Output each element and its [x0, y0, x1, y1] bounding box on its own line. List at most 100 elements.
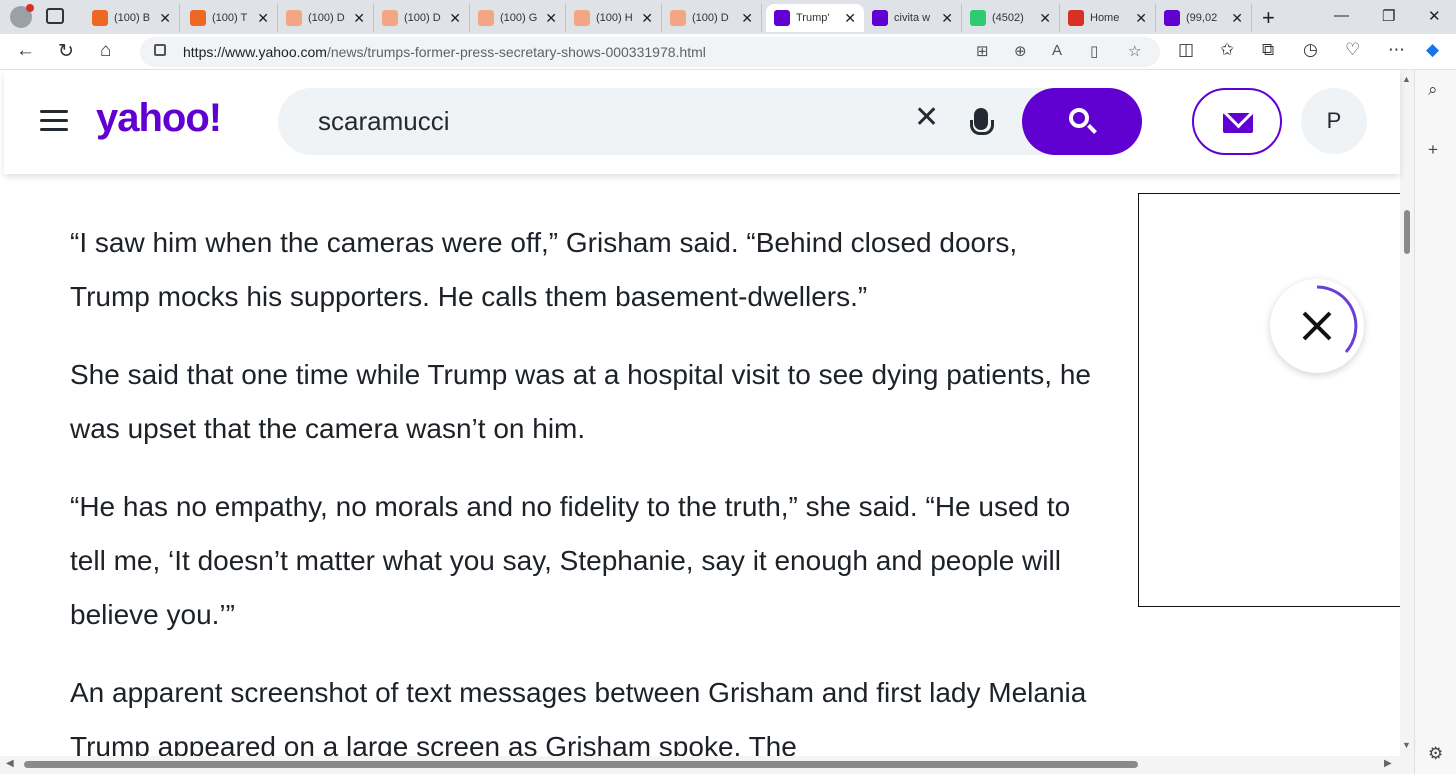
tab-favicon-icon — [1068, 10, 1084, 26]
browser-tab[interactable]: (100) G ✕ — [470, 4, 566, 32]
browser-tab[interactable]: (100) D ✕ — [278, 4, 374, 32]
zoom-icon[interactable]: ⊕ — [1014, 42, 1027, 60]
tab-title: Home — [1090, 12, 1120, 24]
tab-title: (100) D — [404, 12, 441, 24]
close-icon — [1302, 285, 1358, 353]
browser-tab[interactable]: (99,02 ✕ — [1156, 4, 1252, 32]
tab-close-icon[interactable]: ✕ — [641, 10, 653, 27]
favorites-icon[interactable]: ✩ — [1220, 40, 1234, 60]
search-bar: ✕ — [278, 88, 1142, 155]
tab-title: (100) D — [308, 12, 345, 24]
tab-title: (100) H — [596, 12, 633, 24]
scroll-thumb[interactable] — [1404, 210, 1410, 254]
tab-favicon-icon — [774, 10, 790, 26]
ad-close-button[interactable] — [1270, 279, 1364, 373]
browser-sidebar: ⌕ + ⚙ — [1414, 70, 1456, 774]
yahoo-header: yahoo! ✕ P — [4, 70, 1400, 174]
browser-tab[interactable]: (100) D ✕ — [662, 4, 762, 32]
browser-tab[interactable]: Home ✕ — [1060, 4, 1156, 32]
article-paragraph: She said that one time while Trump was a… — [70, 359, 1092, 444]
tab-favicon-icon — [872, 10, 888, 26]
tab-actions-icon[interactable] — [46, 8, 64, 24]
scroll-up-icon[interactable]: ▲ — [1402, 74, 1411, 84]
restore-icon[interactable]: ❐ — [1382, 7, 1395, 25]
browser-tab[interactable]: (100) D ✕ — [374, 4, 470, 32]
new-tab-button[interactable]: + — [1262, 5, 1275, 31]
browser-tab-strip: (100) B ✕ (100) T ✕ (100) D ✕ (100) D ✕ (100) G ✕… — [0, 0, 1456, 34]
scroll-left-icon[interactable]: ◀ — [6, 758, 14, 769]
tab-close-icon[interactable]: ✕ — [545, 10, 557, 27]
tab-title: Trump' — [796, 12, 830, 24]
address-bar: ← ↻ ⌂ https://www.yahoo.com/news/trumps-… — [0, 34, 1456, 70]
profile-icon[interactable] — [10, 4, 34, 28]
sidebar-search-icon[interactable]: ⌕ — [1428, 80, 1438, 100]
tab-title: (4502) — [992, 12, 1024, 24]
tab-favicon-icon — [670, 10, 686, 26]
tab-close-icon[interactable]: ✕ — [1039, 10, 1051, 27]
mail-icon — [1223, 113, 1253, 133]
browser-tab[interactable]: (4502) ✕ — [962, 4, 1060, 32]
browser-tab[interactable]: (100) T ✕ — [182, 4, 278, 32]
search-button[interactable] — [1022, 88, 1142, 155]
tab-title: (100) G — [500, 12, 538, 24]
app-available-icon[interactable]: ⊞ — [976, 42, 989, 60]
search-input[interactable] — [318, 106, 878, 137]
browser-tab[interactable]: (100) B ✕ — [84, 4, 180, 32]
lock-icon[interactable] — [154, 44, 166, 56]
tab-close-icon[interactable]: ✕ — [1231, 10, 1243, 27]
ad-container — [1138, 193, 1400, 607]
article-paragraph: An apparent screenshot of text messages … — [70, 677, 1087, 756]
scroll-right-icon[interactable]: ▶ — [1384, 758, 1392, 769]
menu-icon[interactable] — [40, 110, 68, 132]
clear-search-icon[interactable]: ✕ — [914, 100, 939, 135]
url-text[interactable]: https://www.yahoo.com/news/trumps-former… — [183, 44, 706, 60]
article-content: “I saw him when the cameras were off,” G… — [4, 174, 1400, 756]
search-icon — [1069, 108, 1089, 128]
tab-title: (100) B — [114, 12, 151, 24]
collections-icon[interactable]: ⧉ — [1262, 40, 1274, 60]
tab-favicon-icon — [190, 10, 206, 26]
url-field[interactable]: https://www.yahoo.com/news/trumps-former… — [140, 37, 1160, 67]
split-screen-icon[interactable]: ◫ — [1178, 40, 1194, 60]
mail-button[interactable] — [1192, 88, 1282, 155]
copilot-icon[interactable]: ◆ — [1426, 40, 1439, 60]
browser-tab[interactable]: (100) H ✕ — [566, 4, 662, 32]
article-paragraph: “I saw him when the cameras were off,” G… — [70, 227, 1018, 312]
sidebar-settings-icon[interactable]: ⚙ — [1428, 744, 1443, 764]
close-window-icon[interactable]: ✕ — [1428, 7, 1441, 25]
more-menu-icon[interactable]: ⋯ — [1388, 40, 1405, 60]
read-aloud-icon[interactable]: A — [1052, 42, 1062, 59]
minimize-icon[interactable]: — — [1334, 7, 1349, 24]
tab-close-icon[interactable]: ✕ — [353, 10, 365, 27]
immersive-reader-icon[interactable]: ▯ — [1090, 42, 1098, 60]
refresh-icon[interactable]: ↻ — [58, 40, 74, 63]
tab-close-icon[interactable]: ✕ — [844, 10, 856, 27]
tab-favicon-icon — [1164, 10, 1180, 26]
tab-favicon-icon — [92, 10, 108, 26]
tab-favicon-icon — [574, 10, 590, 26]
back-icon[interactable]: ← — [16, 40, 35, 62]
vertical-scrollbar[interactable]: ▲ ▼ — [1400, 70, 1414, 756]
scroll-down-icon[interactable]: ▼ — [1402, 740, 1411, 750]
browser-tab[interactable]: Trump' ✕ — [766, 4, 864, 32]
article-paragraph: “He has no empathy, no morals and no fid… — [70, 491, 1071, 630]
tab-close-icon[interactable]: ✕ — [159, 10, 171, 27]
tab-close-icon[interactable]: ✕ — [741, 10, 753, 27]
scroll-thumb-horizontal[interactable] — [24, 761, 1138, 768]
avatar[interactable]: P — [1301, 88, 1367, 154]
yahoo-logo[interactable]: yahoo! — [96, 96, 222, 141]
tab-close-icon[interactable]: ✕ — [449, 10, 461, 27]
home-icon[interactable]: ⌂ — [100, 40, 111, 62]
favorite-star-icon[interactable]: ☆ — [1128, 42, 1141, 60]
microphone-icon[interactable] — [970, 108, 994, 135]
article-body: “I saw him when the cameras were off,” G… — [70, 216, 1100, 756]
sidebar-add-icon[interactable]: + — [1428, 140, 1438, 160]
tab-close-icon[interactable]: ✕ — [257, 10, 269, 27]
tab-close-icon[interactable]: ✕ — [941, 10, 953, 27]
tab-favicon-icon — [286, 10, 302, 26]
browser-essentials-icon[interactable]: ♡ — [1345, 40, 1360, 60]
history-icon[interactable]: ◷ — [1303, 40, 1318, 60]
browser-tab[interactable]: civita w ✕ — [864, 4, 962, 32]
horizontal-scrollbar[interactable]: ◀ ▶ — [0, 756, 1414, 774]
tab-close-icon[interactable]: ✕ — [1135, 10, 1147, 27]
